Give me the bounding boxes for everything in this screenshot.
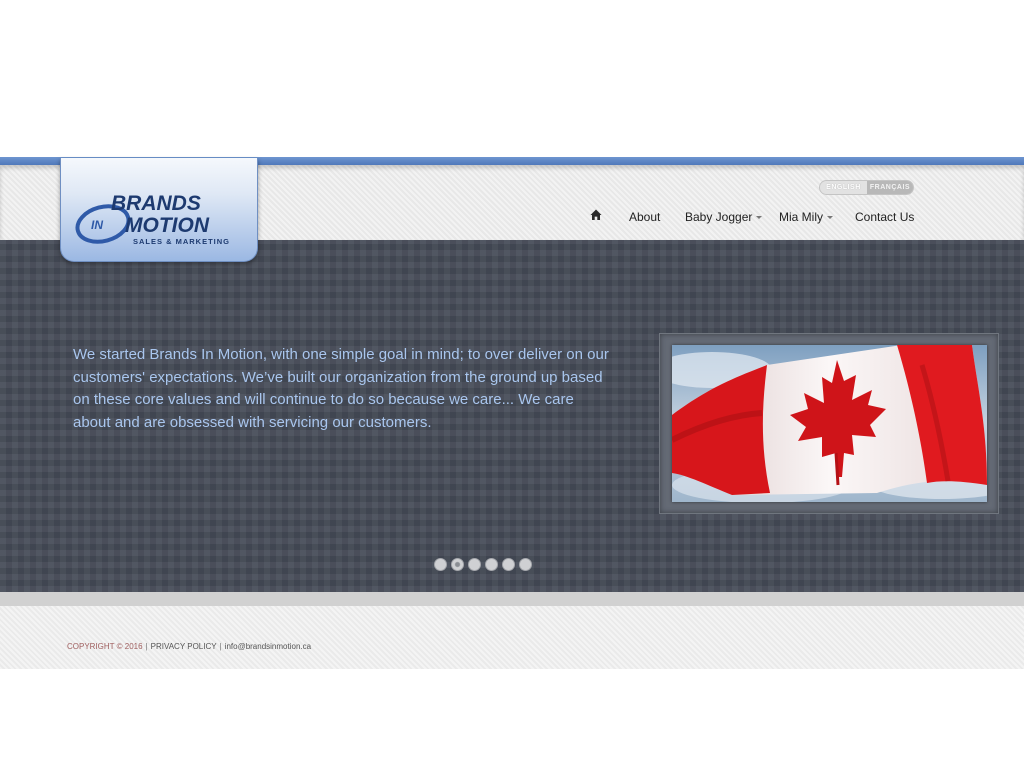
canadian-flag-image	[672, 345, 987, 502]
nav-baby-jogger-label: Baby Jogger	[685, 210, 753, 224]
chevron-down-icon	[827, 216, 833, 220]
footer-copyright: COPYRIGHT © 2016	[67, 642, 143, 651]
footer-separator: |	[145, 642, 148, 651]
slide-dot-4[interactable]	[485, 558, 498, 571]
nav-about-label: About	[629, 210, 661, 224]
slide-dot-6[interactable]	[519, 558, 532, 571]
slide-dot-5[interactable]	[502, 558, 515, 571]
logo-tagline-text: SALES & MARKETING	[133, 237, 230, 246]
logo-motion-text: MOTION	[125, 214, 210, 237]
footer-separator: |	[219, 642, 222, 651]
slide-dot-2-active[interactable]	[451, 558, 464, 571]
slider-pagination	[434, 558, 532, 572]
nav-contact-us[interactable]: Contact Us	[855, 208, 914, 226]
nav-mia-mily-label: Mia Mily	[779, 210, 823, 224]
nav-contact-us-label: Contact Us	[855, 210, 915, 224]
page: BRANDS IN MOTION SALES & MARKETING ENGLI…	[0, 0, 1024, 768]
footer-privacy-link[interactable]: PRIVACY POLICY	[151, 642, 217, 651]
footer	[0, 606, 1024, 669]
language-toggle: ENGLISH FRANÇAIS	[819, 180, 914, 195]
nav-mia-mily[interactable]: Mia Mily	[779, 208, 833, 226]
nav-about[interactable]: About	[629, 208, 660, 226]
logo-in-text: IN	[91, 218, 103, 232]
language-french-button[interactable]: FRANÇAIS	[866, 181, 913, 194]
logo-brands-text: BRANDS	[111, 192, 201, 215]
footer-email-link[interactable]: info@brandsinmotion.ca	[225, 642, 311, 651]
slide-dot-1[interactable]	[434, 558, 447, 571]
footer-links: COPYRIGHT © 2016 | PRIVACY POLICY | info@bra…	[67, 642, 311, 651]
brand-logo[interactable]: BRANDS IN MOTION SALES & MARKETING	[60, 158, 258, 262]
logo-graphic: BRANDS IN MOTION SALES & MARKETING	[75, 192, 230, 246]
nav-baby-jogger[interactable]: Baby Jogger	[685, 208, 763, 226]
slide-dot-3[interactable]	[468, 558, 481, 571]
language-english-button[interactable]: ENGLISH	[820, 181, 867, 194]
hero-text: We started Brands In Motion, with one si…	[73, 346, 609, 431]
footer-divider	[0, 592, 1024, 606]
home-icon[interactable]	[590, 209, 602, 221]
flag-graphic	[672, 345, 987, 502]
chevron-down-icon	[756, 216, 763, 220]
